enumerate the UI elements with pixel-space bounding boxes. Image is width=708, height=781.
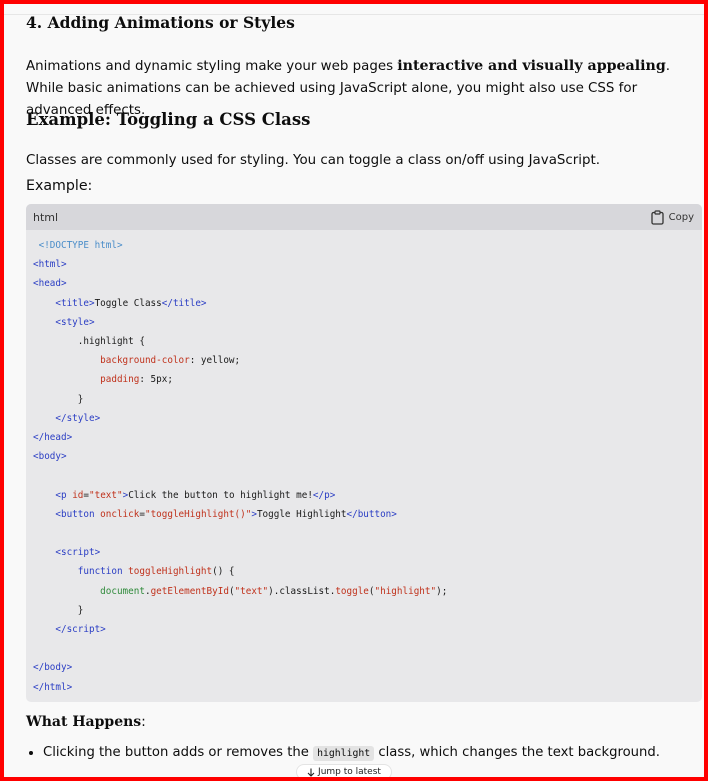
intro-text-1: Animations and dynamic styling make your… [26, 59, 398, 74]
copy-label: Copy [668, 211, 694, 223]
chat-frame: 4. Adding Animations or Styles Animation… [4, 4, 704, 777]
classes-paragraph: Classes are commonly used for styling. Y… [26, 153, 600, 168]
what-happens-heading: What Happens: [26, 714, 146, 730]
code-header: html Copy [26, 204, 702, 230]
what-happens-colon: : [141, 714, 146, 730]
jump-to-latest-button[interactable]: Jump to latest [296, 764, 392, 777]
copy-button[interactable]: Copy [650, 209, 694, 225]
clipboard-icon [650, 209, 664, 225]
jump-label: Jump to latest [318, 767, 381, 777]
example-label: Example: [26, 178, 93, 194]
inline-code: highlight [313, 746, 375, 761]
intro-strong: interactive and visually appealing [397, 58, 666, 74]
bullet-list: Clicking the button adds or removes the … [26, 742, 660, 765]
what-happens-label: What Happens [26, 714, 142, 730]
list-item: Clicking the button adds or removes the … [43, 742, 660, 765]
code-block: html Copy <!DOCTYPE html> <html> <head> … [26, 204, 702, 702]
example-heading: Example: Toggling a CSS Class [26, 110, 311, 129]
section-heading: 4. Adding Animations or Styles [26, 13, 295, 32]
code-content: <!DOCTYPE html> <html> <head> <title>Tog… [33, 240, 448, 693]
arrow-down-icon [307, 768, 315, 777]
code-language: html [33, 210, 59, 224]
